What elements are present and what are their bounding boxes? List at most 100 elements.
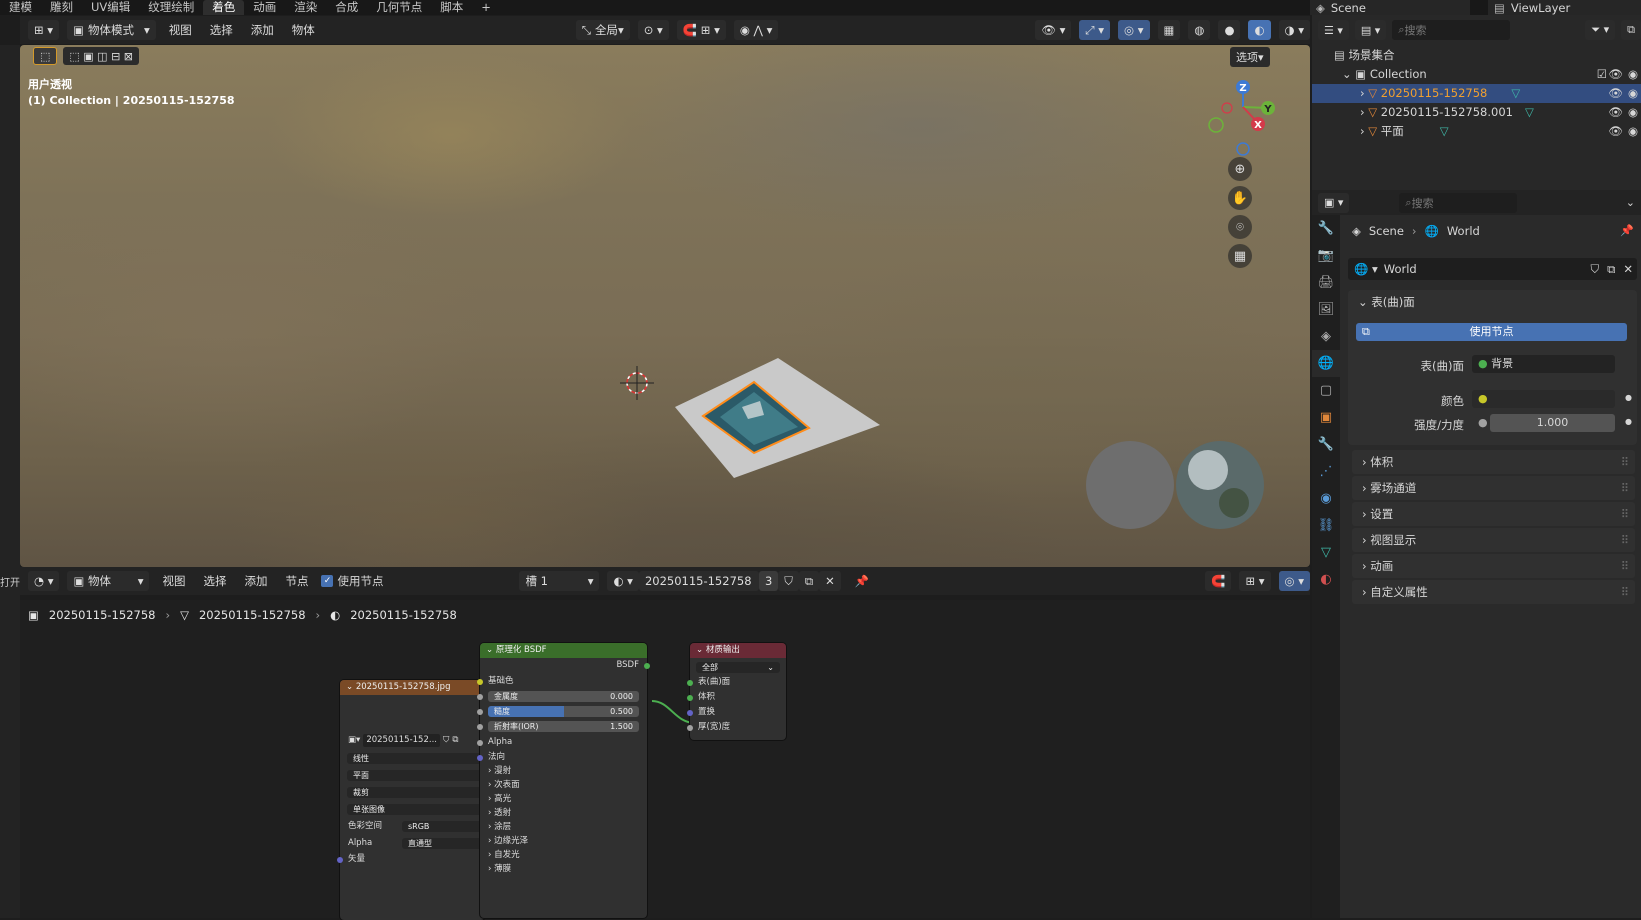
workspace-tab[interactable]: 纹理绘制 xyxy=(139,0,203,15)
metallic-slider[interactable]: 金属度 0.000 xyxy=(488,691,639,702)
fake-user-icon[interactable]: ⛉ xyxy=(1591,262,1600,277)
menu-view[interactable]: 视图 xyxy=(164,22,197,38)
image-node-header[interactable]: ⌄ 20250115-152758.jpg xyxy=(340,680,485,695)
view-layer-tab-icon[interactable]: 🖼 xyxy=(1312,296,1340,323)
pivot-dropdown[interactable]: ⊙ ▾ xyxy=(637,20,669,40)
mode-dropdown[interactable]: ▣ 物体模式 ▾ xyxy=(67,20,156,40)
pin-icon[interactable]: 📌 xyxy=(849,571,875,591)
node-snap-toggle[interactable]: 🧲 xyxy=(1205,571,1232,591)
shader-type-dropdown[interactable]: ▣ 物体 ▾ xyxy=(67,571,150,591)
surface-shader-selector[interactable]: ● 背景 xyxy=(1472,355,1615,373)
shading-material[interactable]: ◐ xyxy=(1248,20,1271,40)
node-overlay-toggle[interactable]: ◎ ▾ xyxy=(1278,571,1310,591)
visibility-dropdown[interactable]: 👁 ▾ xyxy=(1035,20,1072,40)
node-snap-mode[interactable]: ⊞ ▾ xyxy=(1239,571,1271,591)
particles-tab-icon[interactable]: ⋰ xyxy=(1312,458,1340,485)
bsdf-subpanel[interactable]: › 高光 xyxy=(480,793,647,806)
bsdf-subpanel[interactable]: › 涂层 xyxy=(480,821,647,834)
bsdf-subpanel[interactable]: › 薄膜 xyxy=(480,863,647,876)
collapse-icon[interactable]: ⌄ xyxy=(696,645,706,655)
transform-orientation-dropdown[interactable]: ⤡ 全局 ▾ xyxy=(575,20,630,40)
drag-handle-icon[interactable]: ⠿ xyxy=(1621,476,1629,500)
scene-tab-icon[interactable]: ◈ xyxy=(1312,323,1340,350)
bsdf-output-socket[interactable] xyxy=(644,663,650,669)
image-duplicate-icon[interactable]: ⧉ xyxy=(452,734,458,747)
property-panel[interactable]: › 雾场通道 ⠿ xyxy=(1352,476,1635,500)
zoom-icon[interactable]: ⊕ xyxy=(1228,157,1252,181)
proportional-edit-toggle[interactable]: ◉ ⋀ ▾ xyxy=(733,20,779,40)
camera-icon[interactable]: ◉ xyxy=(1628,84,1638,103)
bsdf-subpanel[interactable]: › 边缘光泽 xyxy=(480,835,647,848)
camera-icon[interactable]: ◉ xyxy=(1628,65,1638,84)
object-tab-icon[interactable]: ▣ xyxy=(1312,404,1340,431)
alpha-mode-dropdown[interactable]: 直通型 xyxy=(402,838,485,849)
node-editor-type-button[interactable]: ◔ ▾ xyxy=(28,571,60,591)
property-panel[interactable]: › 自定义属性 ⠿ xyxy=(1352,580,1635,604)
output-tab-icon[interactable]: 🖨 xyxy=(1312,269,1340,296)
strength-field[interactable]: 1.000 xyxy=(1490,414,1615,432)
shading-solid[interactable]: ● xyxy=(1218,20,1241,40)
metallic-socket[interactable] xyxy=(477,694,483,700)
bsdf-subpanel[interactable]: › 透射 xyxy=(480,807,647,820)
source-dropdown[interactable]: 单张图像 xyxy=(347,804,485,815)
gizmo-neg-z[interactable] xyxy=(1236,142,1250,156)
eye-icon[interactable]: 👁 xyxy=(1608,103,1623,122)
pin-icon[interactable]: 📌 xyxy=(1620,224,1634,237)
gizmo-neg-x[interactable] xyxy=(1221,102,1233,114)
workspace-tab[interactable]: 合成 xyxy=(326,0,367,15)
property-panel[interactable]: › 视图显示 ⠿ xyxy=(1352,528,1635,552)
material-slot-dropdown[interactable]: 槽 1 ▾ xyxy=(519,571,600,591)
material-name-field[interactable]: 20250115-152758 xyxy=(638,571,759,591)
collection-checkbox[interactable]: ☑ xyxy=(1597,65,1607,84)
mesh-data-icon[interactable]: ▽ xyxy=(1440,124,1449,138)
perspective-grid-icon[interactable]: ▦ xyxy=(1228,244,1252,268)
use-nodes-toggle[interactable]: ✓ 使用节点 xyxy=(321,573,383,589)
roughness-socket[interactable] xyxy=(477,709,483,715)
3d-cursor-icon[interactable] xyxy=(620,366,654,400)
collection-row[interactable]: ⌄ ▣ Collection ☑ 👁 ◉ xyxy=(1312,65,1641,84)
world-tab-icon[interactable]: 🌐 xyxy=(1312,350,1340,377)
camera-icon[interactable]: ◉ xyxy=(1628,103,1638,122)
collapse-icon[interactable]: ⌄ xyxy=(346,682,356,692)
camera-view-icon[interactable]: ⌾ xyxy=(1228,215,1252,239)
output-node-header[interactable]: ⌄ 材质输出 xyxy=(690,643,786,658)
collapse-icon[interactable]: ⌄ xyxy=(486,645,496,655)
projection-dropdown[interactable]: 平面 xyxy=(347,770,485,781)
roughness-slider[interactable]: 糙度 0.500 xyxy=(488,706,639,717)
image-fake-user-icon[interactable]: ⛉ xyxy=(443,734,449,747)
workspace-tab[interactable]: + xyxy=(472,0,500,15)
navigation-gizmo[interactable]: Z Y X xyxy=(1208,80,1275,156)
shading-wireframe[interactable]: ◍ xyxy=(1188,20,1211,40)
color-field[interactable]: ● xyxy=(1472,390,1615,408)
outliner-search[interactable]: ⌕ 搜索 xyxy=(1392,20,1511,40)
unlink-icon[interactable]: ✕ xyxy=(1623,262,1633,276)
view-layer-selector[interactable]: ▤ ViewLayer xyxy=(1488,0,1641,15)
use-nodes-checkbox[interactable]: ✓ xyxy=(321,575,334,587)
properties-search[interactable]: ⌕ 搜索 xyxy=(1399,192,1518,213)
material-browse-button[interactable]: ◐ ▾ xyxy=(607,571,639,591)
material-tab-icon[interactable]: ◐ xyxy=(1312,566,1340,593)
filter-icon[interactable]: ⏷ ▾ xyxy=(1585,20,1616,40)
world-browse-icon[interactable]: 🌐 ▾ xyxy=(1354,262,1378,276)
node-editor-canvas[interactable]: ▣ 20250115-152758 › ▽ 20250115-152758 › ◐ 2… xyxy=(20,600,1310,920)
editor-type-button[interactable]: ⊞ ▾ xyxy=(28,20,60,40)
new-collection-icon[interactable]: ⧉ xyxy=(1621,20,1641,40)
extension-dropdown[interactable]: 裁剪 xyxy=(347,787,485,798)
gizmo-toggle[interactable]: ⤢ ▾ xyxy=(1079,20,1111,40)
expand-icon[interactable]: ⌄ xyxy=(1358,295,1371,309)
principled-bsdf-node[interactable]: ⌄ 原理化 BSDF BSDF 基础色 金属度 0.000 糙度 0.500 折射率… xyxy=(477,643,650,918)
property-panel[interactable]: › 动画 ⠿ xyxy=(1352,554,1635,578)
output-target-dropdown[interactable]: 全部 ⌄ xyxy=(696,662,780,673)
bsdf-subpanel[interactable]: › 自发光 xyxy=(480,849,647,862)
bsdf-node-header[interactable]: ⌄ 原理化 BSDF xyxy=(480,643,647,658)
tool-tab-icon[interactable]: 🔧 xyxy=(1312,215,1340,242)
overlay-toggle[interactable]: ◎ ▾ xyxy=(1118,20,1150,40)
image-selector-row[interactable]: ▣▾ 20250115-152... ⛉ ⧉ xyxy=(340,734,485,747)
collection-tab-icon[interactable]: ▢ xyxy=(1312,377,1340,404)
render-tab-icon[interactable]: 📷 xyxy=(1312,242,1340,269)
expand-icon[interactable]: ⌄ xyxy=(1342,67,1355,81)
workspace-tab[interactable]: 脚本 xyxy=(431,0,472,15)
mesh-data-icon[interactable]: ▽ xyxy=(1511,86,1520,100)
eye-icon[interactable]: 👁 xyxy=(1608,65,1623,84)
3d-viewport[interactable]: ⬚ ⬚ ▣ ◫ ⊟ ⊠ 用户透视 (1) Collection | 202501… xyxy=(20,45,1310,567)
